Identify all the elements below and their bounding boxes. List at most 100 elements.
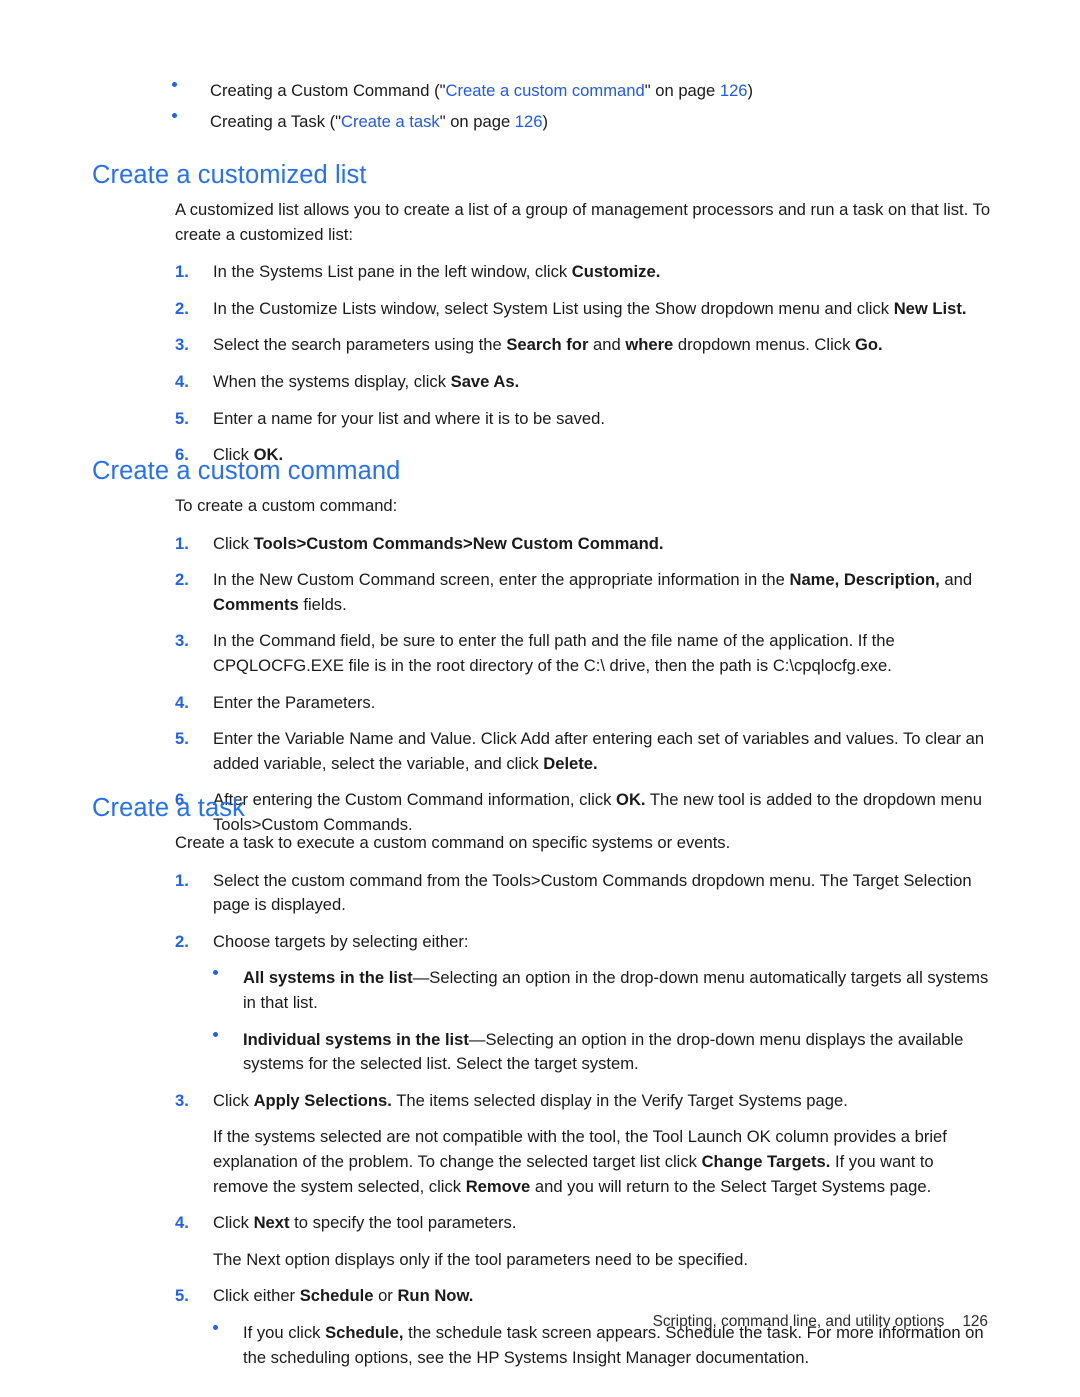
step-number: 5. [175,1286,189,1306]
step-number: 4. [175,1213,189,1233]
step-text: Click either Schedule or Run Now. [213,1284,993,1309]
step-text-plain: When the systems display, click [213,371,451,391]
cross-reference-list: Creating a Custom Command ("Create a cus… [92,78,992,140]
step-text-plain: The items selected display in the Verify… [391,1090,848,1110]
cross-reference-middle: " on page [644,81,720,100]
step-text-emphasis: Schedule [299,1286,374,1306]
step-number: 2. [175,931,189,951]
step-number: 4. [175,371,189,391]
step-note-paragraph: The Next option displays only if the too… [213,1249,748,1269]
document-page: Creating a Custom Command ("Create a cus… [0,0,1080,1397]
step-number: 4. [175,692,189,712]
step-text-plain: Click either [213,1286,300,1306]
step-text-emphasis: Search for [506,335,589,355]
cross-reference-text: Creating a Task ("Create a task" on page… [210,109,992,134]
step-text-emphasis: New List. [893,298,967,318]
step-text: In the New Custom Command screen, enter … [213,568,993,617]
step-text: In the Systems List pane in the left win… [213,260,993,285]
footer-page-number: 126 [962,1313,988,1330]
step-text: Click Next to specify the tool parameter… [213,1211,993,1236]
step-number: 3. [175,631,189,651]
step-text-plain: In the Customize Lists window, select Sy… [213,298,894,318]
cross-reference-link[interactable]: Create a task [341,112,440,131]
page-footer: Scripting, command line, and utility opt… [0,1313,1080,1331]
step-note-emphasis: Remove [465,1176,531,1196]
list-item: 4. Click Next to specify the tool parame… [175,1211,993,1236]
step-text-emphasis: Name, Description, [789,570,940,590]
section-heading-create-customized-list: Create a customized list [92,161,367,189]
step-text-emphasis: Comments [213,594,299,614]
step-text-plain: Click [213,533,254,553]
bullet-dot-icon [92,109,210,127]
list-item: 5. Enter the Variable Name and Value. Cl… [175,727,993,776]
list-item: 3. Select the search parameters using th… [175,333,993,358]
step-number: 3. [175,1090,189,1110]
step-text-emphasis: Delete. [543,753,598,773]
section-intro-paragraph: To create a custom command: [175,496,398,515]
cross-reference-page[interactable]: 126 [720,81,748,100]
step-number: 2. [175,570,189,590]
step-text-plain: Select the search parameters using the [213,335,507,355]
step-text-emphasis: Tools>Custom Commands>New Custom Command… [253,533,664,553]
section-intro-paragraph: Create a task to execute a custom comman… [175,833,731,852]
step-text-plain: In the Command field, be sure to enter t… [213,631,895,675]
step-text: Enter a name for your list and where it … [213,407,993,432]
step-number: 5. [175,729,189,749]
target-selection-bullets: All systems in the list—Selecting an opt… [213,966,993,1076]
step-text-plain: In the Systems List pane in the left win… [213,262,572,282]
cross-reference-prefix: Creating a Task (" [210,112,342,131]
step-text-plain: Enter the Variable Name and Value. Click… [213,729,985,773]
list-item: 4. Enter the Parameters. [175,691,993,716]
section-body-create-task: Create a task to execute a custom comman… [175,831,993,1382]
list-item: Individual systems in the list—Selecting… [213,1028,993,1077]
step-number: 3. [175,335,189,355]
step-text-plain: dropdown menus. Click [673,335,855,355]
step-text-plain: In the New Custom Command screen, enter … [213,570,790,590]
cross-reference-link[interactable]: Create a custom command [446,81,645,100]
target-option-label: Individual systems in the list [243,1029,469,1049]
list-item: Creating a Custom Command ("Create a cus… [92,78,992,103]
step-text: When the systems display, click Save As. [213,370,993,395]
bullet-dot-icon [213,966,243,984]
list-item: 5. Click either Schedule or Run Now. [175,1284,993,1309]
step-number: 5. [175,408,189,428]
list-item: 1. In the Systems List pane in the left … [175,260,993,285]
step-text-emphasis: where [625,335,674,355]
list-item: 5. Enter a name for your list and where … [175,407,993,432]
step-text-emphasis: Save As. [450,371,520,391]
step-text-emphasis: Customize. [571,262,661,282]
step-text-plain: Click [213,1090,254,1110]
list-item: 1. Click Tools>Custom Commands>New Custo… [175,532,993,557]
list-item: All systems in the list—Selecting an opt… [213,966,993,1015]
section-heading-create-custom-command: Create a custom command [92,457,401,485]
step-text-emphasis: Apply Selections. [253,1090,392,1110]
step-text-plain: and [939,570,973,590]
list-item: 1. Select the custom command from the To… [175,869,993,918]
cross-reference-page[interactable]: 126 [515,112,543,131]
step-text: In the Customize Lists window, select Sy… [213,297,993,322]
step-text: Enter the Parameters. [213,691,993,716]
section-body-create-customized-list: A customized list allows you to create a… [175,198,993,480]
list-item: 3. In the Command field, be sure to ente… [175,629,993,678]
step-number: 1. [175,870,189,890]
step-text: Click Apply Selections. The items select… [213,1089,993,1114]
section-intro-paragraph: A customized list allows you to create a… [175,200,991,244]
step-text-plain: Enter the Parameters. [213,692,376,712]
bullet-dot-icon [92,78,210,96]
step-note-paragraph: If the systems selected are not compatib… [213,1125,993,1199]
step-text-plain: Choose targets by selecting either: [213,931,469,951]
step-text-plain: to specify the tool parameters. [289,1213,517,1233]
cross-reference-suffix: ) [747,81,754,100]
bullet-dot-icon [213,1028,243,1046]
list-item: 2. In the New Custom Command screen, ent… [175,568,993,617]
target-option-text: All systems in the list—Selecting an opt… [243,966,993,1015]
cross-reference-middle: " on page [439,112,515,131]
step-text-plain: and [588,335,626,355]
step-number: 2. [175,298,189,318]
step-text: Select the search parameters using the S… [213,333,993,358]
list-item: 3. Click Apply Selections. The items sel… [175,1089,993,1114]
step-text: Enter the Variable Name and Value. Click… [213,727,993,776]
step-text-plain: Select the custom command from the Tools… [213,870,972,915]
section-heading-create-task: Create a task [92,794,245,822]
step-note-emphasis: Change Targets. [701,1151,831,1171]
